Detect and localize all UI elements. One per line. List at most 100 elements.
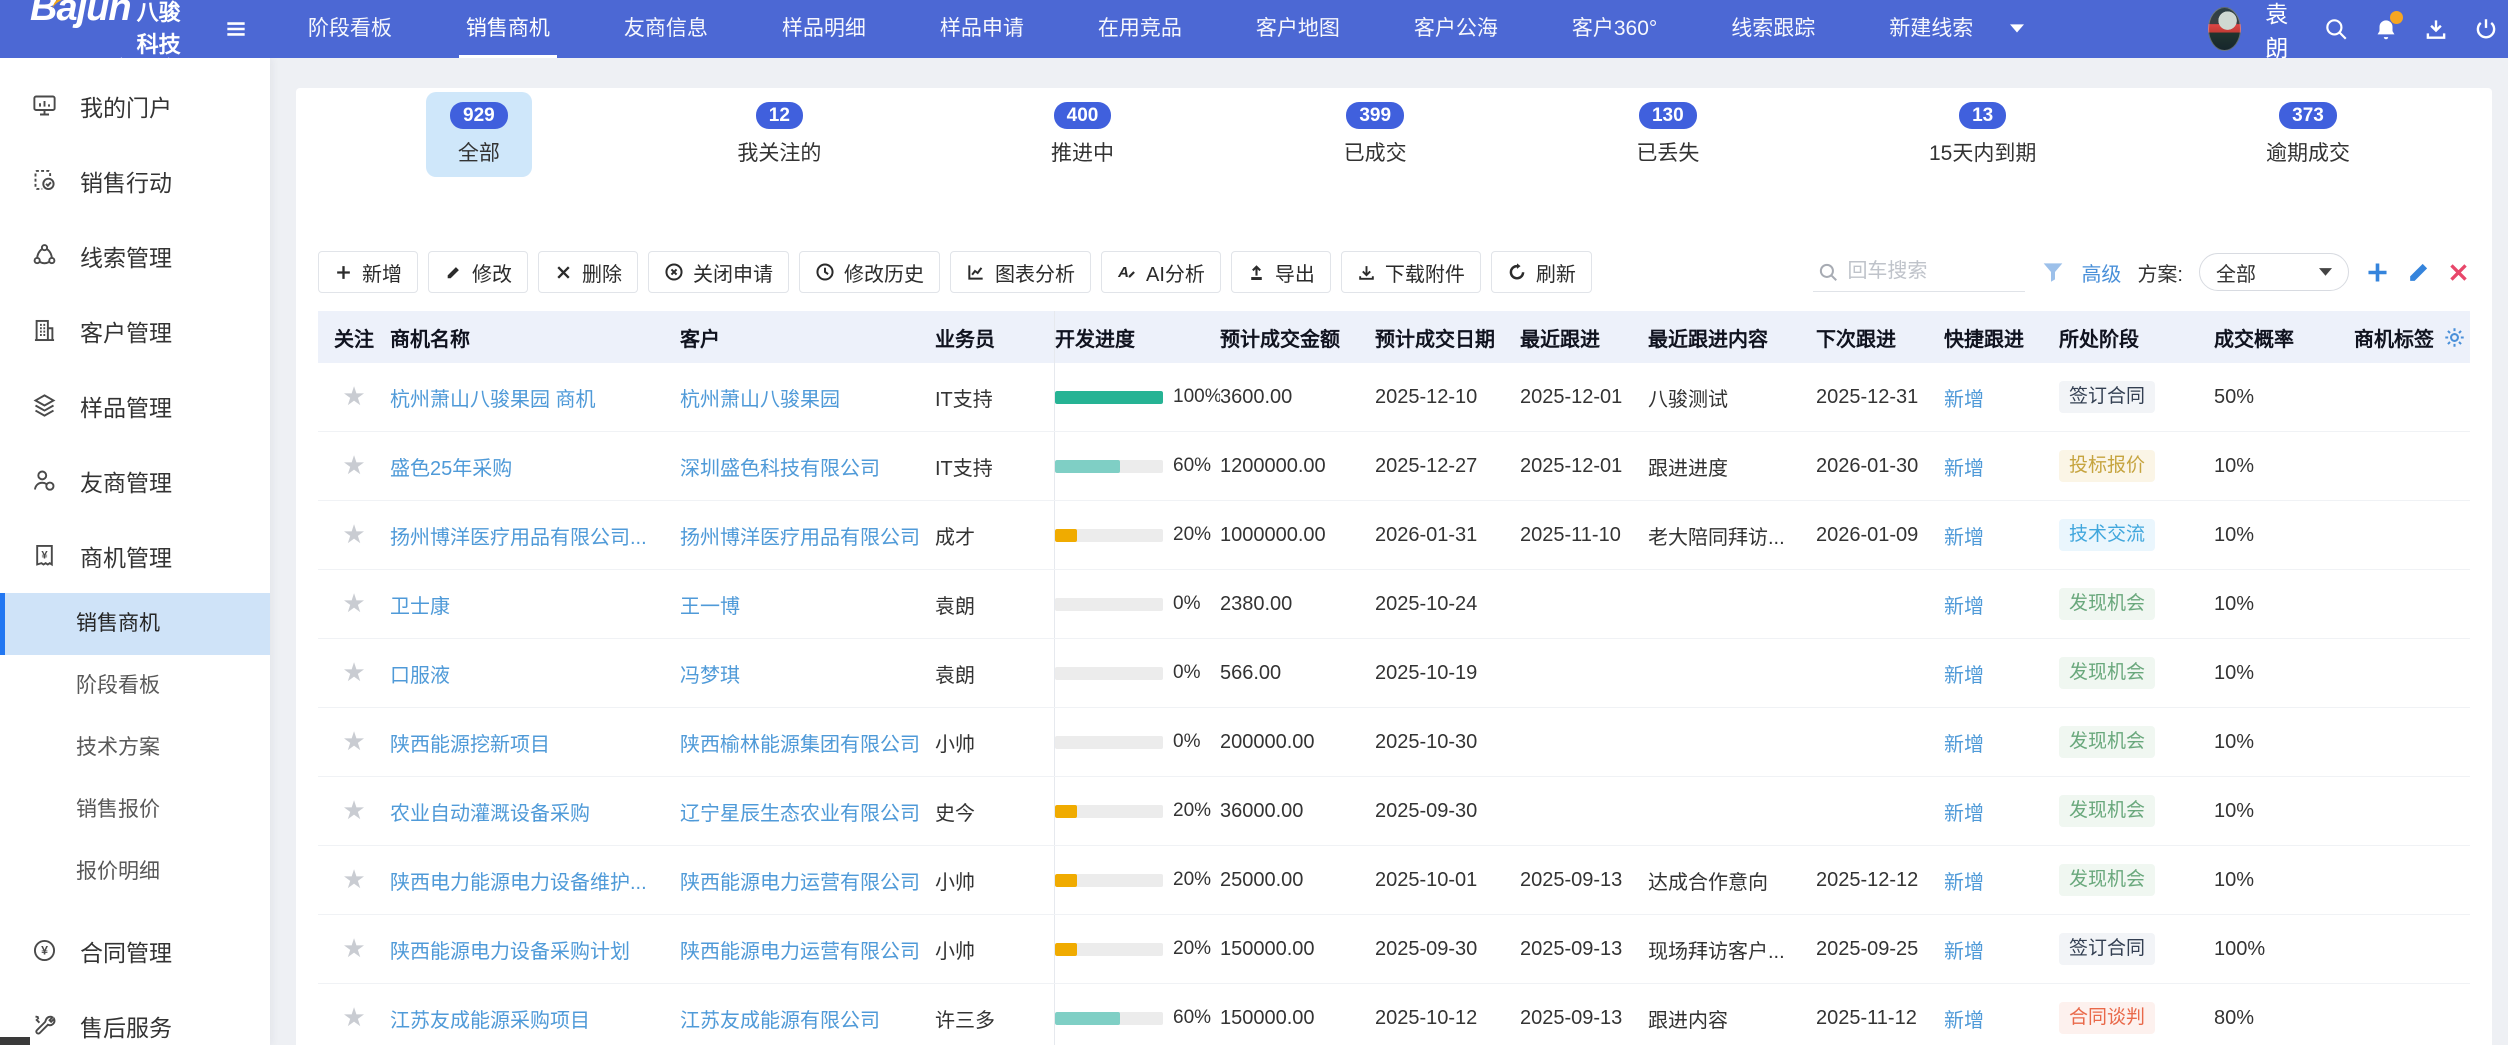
toolbar-button[interactable]: 下载附件: [1341, 251, 1481, 293]
toolbar-button[interactable]: 删除: [538, 251, 638, 293]
customer-name[interactable]: 陕西能源电力运营有限公司: [680, 941, 920, 963]
opportunity-name[interactable]: 陕西能源挖新项目: [390, 734, 550, 756]
customer-name[interactable]: 杭州萧山八骏果园: [680, 389, 840, 411]
sidebar-subitem[interactable]: 销售商机: [0, 593, 270, 655]
sidebar-item[interactable]: 我的门户: [0, 68, 270, 143]
sidebar-item[interactable]: 样品管理: [0, 368, 270, 443]
quick-follow-link[interactable]: 新增: [1944, 527, 1984, 549]
stat-item[interactable]: 12我关注的: [713, 92, 845, 177]
table-row[interactable]: ★卫士康王一博袁朗0%2380.002025-10-24新增发现机会10%: [318, 570, 2470, 639]
bell-icon[interactable]: [2373, 16, 2399, 42]
quick-follow-link[interactable]: 新增: [1944, 458, 1984, 480]
opportunity-name[interactable]: 杭州萧山八骏果园 商机: [390, 389, 596, 411]
advanced-search-link[interactable]: 高级: [2081, 258, 2121, 287]
scrollbar-corner[interactable]: [0, 1037, 30, 1045]
sidebar-item[interactable]: 线索管理: [0, 218, 270, 293]
download-icon[interactable]: [2423, 16, 2449, 42]
customer-name[interactable]: 江苏友成能源有限公司: [680, 1010, 880, 1032]
sidebar-item[interactable]: 售后服务: [0, 988, 270, 1045]
nav-tab[interactable]: 样品申请: [903, 0, 1061, 58]
nav-tab[interactable]: 客户地图: [1219, 0, 1377, 58]
stat-item[interactable]: 130已丢失: [1612, 92, 1723, 177]
star-icon[interactable]: ★: [342, 935, 365, 963]
star-icon[interactable]: ★: [342, 452, 365, 480]
table-row[interactable]: ★江苏友成能源采购项目江苏友成能源有限公司许三多60%150000.002025…: [318, 984, 2470, 1045]
toolbar-button[interactable]: 图表分析: [950, 251, 1091, 293]
table-row[interactable]: ★陕西能源电力设备采购计划陕西能源电力运营有限公司小帅20%150000.002…: [318, 915, 2470, 984]
table-row[interactable]: ★农业自动灌溉设备采购辽宁星辰生态农业有限公司史今20%36000.002025…: [318, 777, 2470, 846]
table-row[interactable]: ★陕西电力能源电力设备维护...陕西能源电力运营有限公司小帅20%25000.0…: [318, 846, 2470, 915]
plan-delete-icon[interactable]: [2447, 261, 2470, 284]
search-input[interactable]: [1847, 260, 2007, 283]
quick-follow-link[interactable]: 新增: [1944, 941, 1984, 963]
stat-item[interactable]: 929全部: [426, 92, 532, 177]
sidebar-item[interactable]: ¥合同管理: [0, 913, 270, 988]
plan-edit-icon[interactable]: [2406, 260, 2431, 285]
plan-select[interactable]: 全部: [2199, 253, 2349, 291]
customer-name[interactable]: 王一博: [680, 596, 740, 618]
stat-item[interactable]: 400推进中: [1027, 92, 1138, 177]
table-row[interactable]: ★盛色25年采购深圳盛色科技有限公司IT支持60%1200000.002025-…: [318, 432, 2470, 501]
sidebar-item[interactable]: ¥商机管理: [0, 518, 270, 593]
opportunity-name[interactable]: 江苏友成能源采购项目: [390, 1010, 590, 1032]
customer-name[interactable]: 冯梦琪: [680, 665, 740, 687]
sidebar-item[interactable]: 友商管理: [0, 443, 270, 518]
nav-tab[interactable]: 销售商机: [429, 0, 587, 58]
toolbar-button[interactable]: 新增: [318, 251, 418, 293]
nav-tab[interactable]: 友商信息: [587, 0, 745, 58]
toolbar-button[interactable]: 刷新: [1491, 251, 1592, 293]
table-row[interactable]: ★扬州博洋医疗用品有限公司...扬州博洋医疗用品有限公司成才20%1000000…: [318, 501, 2470, 570]
customer-name[interactable]: 辽宁星辰生态农业有限公司: [680, 803, 920, 825]
toolbar-button[interactable]: 修改历史: [799, 251, 940, 293]
column-settings-gear-icon[interactable]: [2443, 326, 2466, 349]
nav-tab[interactable]: 新建线索: [1852, 0, 2010, 58]
plan-add-icon[interactable]: [2365, 260, 2390, 285]
nav-more-caret-icon[interactable]: [2010, 24, 2024, 34]
stat-item[interactable]: 1315天内到期: [1905, 92, 2060, 177]
customer-name[interactable]: 陕西能源电力运营有限公司: [680, 872, 920, 894]
quick-follow-link[interactable]: 新增: [1944, 596, 1984, 618]
toolbar-button[interactable]: 导出: [1231, 251, 1331, 293]
stat-item[interactable]: 373逾期成交: [2242, 92, 2374, 177]
opportunity-name[interactable]: 陕西电力能源电力设备维护...: [390, 872, 647, 894]
star-icon[interactable]: ★: [342, 659, 365, 687]
opportunity-name[interactable]: 卫士康: [390, 596, 450, 618]
toolbar-button[interactable]: AAI分析: [1101, 251, 1221, 293]
user-avatar[interactable]: [2208, 7, 2241, 51]
toolbar-button[interactable]: 关闭申请: [648, 251, 789, 293]
customer-name[interactable]: 扬州博洋医疗用品有限公司: [680, 527, 920, 549]
stat-item[interactable]: 399已成交: [1320, 92, 1431, 177]
nav-tab[interactable]: 客户360°: [1535, 0, 1694, 58]
sidebar-item[interactable]: 客户管理: [0, 293, 270, 368]
table-row[interactable]: ★口服液冯梦琪袁朗0%566.002025-10-19新增发现机会10%: [318, 639, 2470, 708]
sidebar-subitem[interactable]: 销售报价: [0, 779, 270, 841]
toolbar-button[interactable]: 修改: [428, 251, 528, 293]
star-icon[interactable]: ★: [342, 728, 365, 756]
nav-tab[interactable]: 阶段看板: [271, 0, 429, 58]
quick-follow-link[interactable]: 新增: [1944, 734, 1984, 756]
star-icon[interactable]: ★: [342, 866, 365, 894]
table-row[interactable]: ★杭州萧山八骏果园 商机杭州萧山八骏果园IT支持100%3600.002025-…: [318, 363, 2470, 432]
star-icon[interactable]: ★: [342, 521, 365, 549]
search-icon[interactable]: [2323, 16, 2349, 42]
customer-name[interactable]: 深圳盛色科技有限公司: [680, 458, 880, 480]
nav-tab[interactable]: 样品明细: [745, 0, 903, 58]
quick-follow-link[interactable]: 新增: [1944, 1010, 1984, 1032]
quick-follow-link[interactable]: 新增: [1944, 665, 1984, 687]
power-icon[interactable]: [2473, 16, 2499, 42]
quick-follow-link[interactable]: 新增: [1944, 872, 1984, 894]
username-label[interactable]: 袁朗: [2265, 0, 2299, 63]
sidebar-subitem[interactable]: 报价明细: [0, 841, 270, 903]
nav-tab[interactable]: 线索跟踪: [1694, 0, 1852, 58]
star-icon[interactable]: ★: [342, 590, 365, 618]
opportunity-name[interactable]: 扬州博洋医疗用品有限公司...: [390, 527, 647, 549]
sidebar-subitem[interactable]: 技术方案: [0, 717, 270, 779]
quick-follow-link[interactable]: 新增: [1944, 803, 1984, 825]
star-icon[interactable]: ★: [342, 1004, 365, 1032]
opportunity-name[interactable]: 盛色25年采购: [390, 458, 512, 480]
nav-tab[interactable]: 客户公海: [1377, 0, 1535, 58]
hamburger-menu-icon[interactable]: [223, 16, 249, 42]
brand-logo[interactable]: Bajun 八骏科技 Anyone,Anytime,Anywhere!: [0, 0, 193, 68]
opportunity-name[interactable]: 陕西能源电力设备采购计划: [390, 941, 630, 963]
opportunity-name[interactable]: 口服液: [390, 665, 450, 687]
